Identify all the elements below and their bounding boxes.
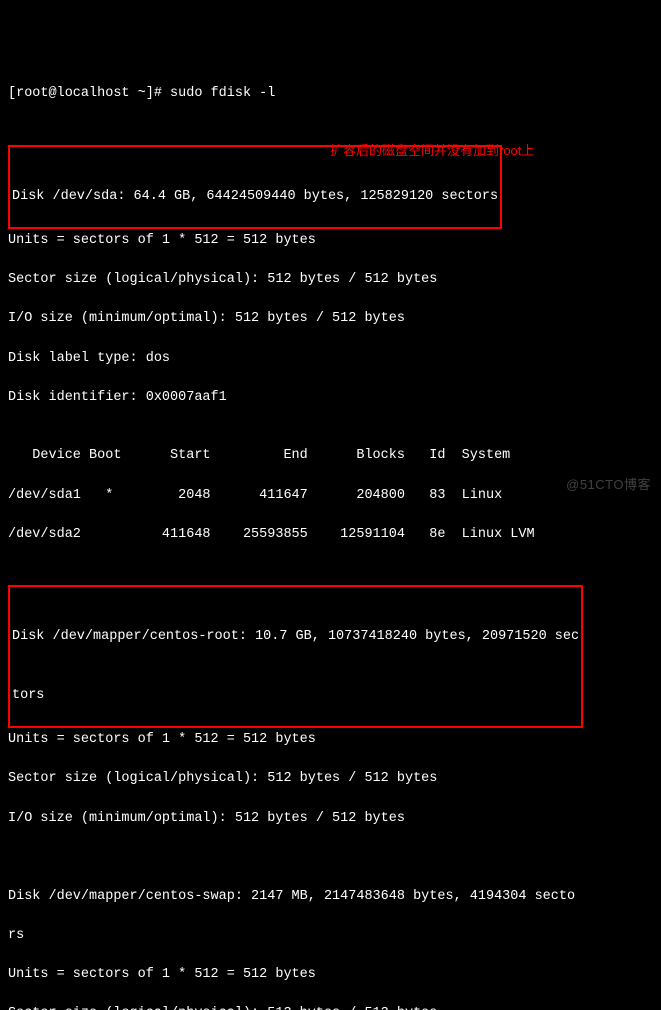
shell-command: sudo fdisk -l — [170, 84, 275, 104]
sector-size-line: Sector size (logical/physical): 512 byte… — [8, 1004, 653, 1010]
units-line: Units = sectors of 1 * 512 = 512 bytes — [8, 965, 653, 985]
shell-prompt-line[interactable]: [root@localhost ~]# sudo fdisk -l — [8, 84, 653, 104]
watermark-text: @51CTO博客 — [566, 476, 651, 495]
sector-size-line: Sector size (logical/physical): 512 byte… — [8, 270, 653, 290]
annotation-text: 扩容后的磁盘空间并没有加到root上 — [330, 142, 534, 161]
disk-sda-line: Disk /dev/sda: 64.4 GB, 64424509440 byte… — [12, 187, 498, 207]
disk-centos-root-line2: tors — [12, 686, 579, 706]
shell-prompt: [root@localhost ~]# — [8, 84, 170, 104]
disk-centos-root-line1: Disk /dev/mapper/centos-root: 10.7 GB, 1… — [12, 627, 579, 647]
units-line: Units = sectors of 1 * 512 = 512 bytes — [8, 730, 653, 750]
disk-identifier-line: Disk identifier: 0x0007aaf1 — [8, 388, 653, 408]
units-line: Units = sectors of 1 * 512 = 512 bytes — [8, 231, 653, 251]
io-size-line: I/O size (minimum/optimal): 512 bytes / … — [8, 309, 653, 329]
disk-centos-swap-line1: Disk /dev/mapper/centos-swap: 2147 MB, 2… — [8, 887, 653, 907]
io-size-line: I/O size (minimum/optimal): 512 bytes / … — [8, 809, 653, 829]
partition-header: Device Boot Start End Blocks Id System — [8, 446, 653, 466]
highlight-box-centos-root: Disk /dev/mapper/centos-root: 10.7 GB, 1… — [8, 585, 583, 728]
disk-label-line: Disk label type: dos — [8, 349, 653, 369]
sector-size-line: Sector size (logical/physical): 512 byte… — [8, 769, 653, 789]
disk-centos-swap-line2: rs — [8, 926, 653, 946]
partition-row-sda2: /dev/sda2 411648 25593855 12591104 8e Li… — [8, 525, 653, 545]
partition-row-sda1: /dev/sda1 * 2048 411647 204800 83 Linux — [8, 486, 653, 506]
